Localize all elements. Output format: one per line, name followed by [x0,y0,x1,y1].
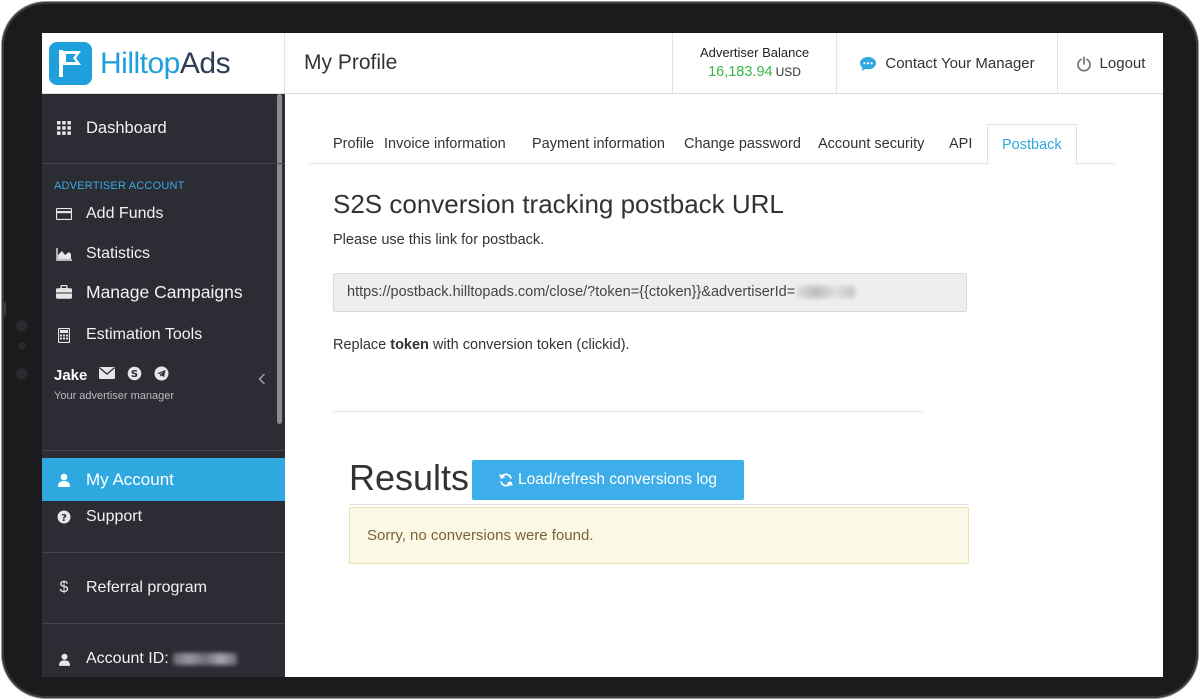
chevron-left-icon[interactable] [258,372,266,388]
manager-name: Jake S [54,366,169,385]
sidebar-item-label: Dashboard [86,118,167,137]
app-screen: HilltopAds My Profile Advertiser Balance… [42,33,1163,677]
tab-api[interactable]: API [949,124,972,164]
telegram-icon[interactable] [154,366,169,385]
tablet-frame: HilltopAds My Profile Advertiser Balance… [2,2,1198,698]
section-divider [333,411,923,412]
logout-button[interactable]: Logout [1058,33,1163,94]
sidebar-item-label: Support [86,508,143,525]
device-button [2,302,6,316]
page-title: My Profile [304,51,398,74]
contact-manager-label: Contact Your Manager [885,55,1035,72]
sidebar-item-label: Referral program [86,579,207,596]
divider [42,623,285,624]
divider [42,552,285,553]
section-label: ADVERTISER ACCOUNT [54,180,185,192]
sidebar-item-account-id: Account ID: [42,643,285,675]
tab-postback[interactable]: Postback [987,124,1077,165]
advertiser-balance: Advertiser Balance 16,183.94 USD [672,33,837,94]
sidebar-item-dashboard[interactable]: Dashboard [42,112,285,144]
profile-tabs: Profile Invoice information Payment info… [309,124,1115,165]
device-sensor [18,342,26,350]
power-icon [1076,56,1092,72]
flag-logo-icon [49,42,92,85]
sidebar-item-support[interactable]: ? Support [42,501,285,533]
advertiser-id-redacted [797,286,856,299]
svg-text:?: ? [61,513,67,524]
replace-instruction: Replace token with conversion token (cli… [333,337,630,353]
logo-text: HilltopAds [100,46,231,80]
chat-bubble-icon [859,56,877,72]
manager-subtitle: Your advertiser manager [54,390,175,402]
sidebar-item-manage-campaigns[interactable]: Manage Campaigns [42,276,285,308]
sidebar-item-statistics[interactable]: Statistics [42,238,285,270]
results-title: Results [349,457,470,498]
sidebar-item-label: Estimation Tools [86,326,203,343]
skype-icon[interactable]: S [127,366,142,385]
credit-card-icon [54,208,74,220]
question-circle-icon: ? [54,510,74,524]
token-keyword: token [390,337,429,353]
main-content: Profile Invoice information Payment info… [285,94,1163,677]
device-camera [16,368,28,380]
top-header: HilltopAds My Profile Advertiser Balance… [42,33,1163,94]
no-conversions-alert: Sorry, no conversions were found. [349,507,969,564]
tab-change-password[interactable]: Change password [684,124,801,164]
results-divider [349,504,969,505]
sidebar-item-estimation-tools[interactable]: Estimation Tools [42,319,285,351]
sidebar-item-label: Add Funds [86,205,164,222]
balance-label: Advertiser Balance [699,45,810,60]
sidebar-item-label: My Account [86,469,174,489]
area-chart-icon [54,247,74,261]
sidebar: Dashboard ADVERTISER ACCOUNT Add Funds S… [42,94,285,677]
mail-icon[interactable] [99,366,116,385]
postback-url-field[interactable]: https://postback.hilltopads.com/close/?t… [333,273,967,312]
button-label: Load/refresh conversions log [517,471,718,488]
tab-invoice-information[interactable]: Invoice information [384,124,506,164]
load-refresh-conversions-button[interactable]: Load/refresh conversions log [472,460,744,500]
sidebar-item-label: Statistics [86,245,151,262]
user-icon [54,653,74,666]
postback-title: S2S conversion tracking postback URL [333,189,784,219]
balance-amount: 16,183.94 [708,64,773,80]
calculator-icon [54,327,74,343]
balance-currency: USD [775,65,801,79]
logout-label: Logout [1099,55,1146,72]
divider [42,163,285,164]
divider [42,450,285,451]
account-id-label: Account ID: [86,650,169,667]
sidebar-item-referral-program[interactable]: $ Referral program [42,572,285,604]
logo[interactable]: HilltopAds [42,33,285,94]
tab-account-security[interactable]: Account security [818,124,924,164]
user-icon [54,473,74,487]
grid-icon [54,121,74,135]
briefcase-icon [54,285,74,299]
postback-url-text: https://postback.hilltopads.com/close/?t… [347,284,796,300]
postback-subtitle: Please use this link for postback. [333,232,545,248]
account-id-redacted [172,653,237,665]
tab-payment-information[interactable]: Payment information [532,124,665,164]
tab-profile[interactable]: Profile [333,124,374,164]
sidebar-item-label: Manage Campaigns [86,281,243,302]
sidebar-item-add-funds[interactable]: Add Funds [42,198,285,230]
dollar-icon: $ [59,579,69,596]
contact-manager-button[interactable]: Contact Your Manager [837,33,1058,94]
sidebar-item-my-account[interactable]: My Account [42,458,285,501]
refresh-icon [499,473,513,487]
device-camera [16,320,28,332]
svg-text:S: S [131,369,138,380]
